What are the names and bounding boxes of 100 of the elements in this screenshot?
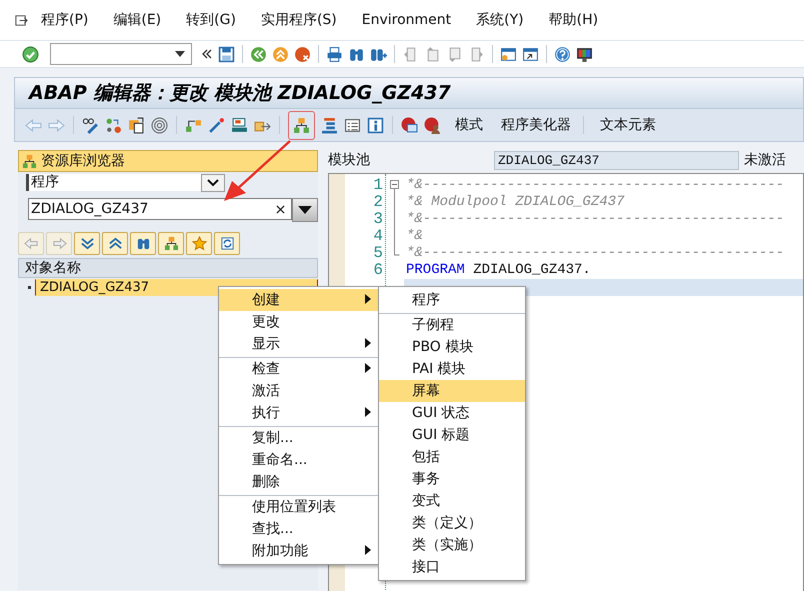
submenu-arrow-icon xyxy=(365,407,371,417)
line-number: 1 xyxy=(373,176,383,194)
menu-item[interactable]: 事务 xyxy=(379,468,525,490)
code-keyword: PROGRAM xyxy=(406,262,465,278)
fold-icon[interactable] xyxy=(390,180,400,256)
menu-item[interactable]: Environment xyxy=(362,12,452,28)
chevron-down-icon xyxy=(207,179,219,187)
line-number: 3 xyxy=(373,210,383,228)
save-icon[interactable] xyxy=(218,46,235,62)
menu-item[interactable]: 程序(P) xyxy=(41,11,88,29)
stop-person-icon[interactable] xyxy=(424,116,441,134)
menu-item[interactable]: 接口 xyxy=(379,556,525,578)
test-monitor-icon[interactable] xyxy=(401,116,418,134)
code-comment: *& Modulpool ZDIALOG_GZ437 xyxy=(406,194,624,210)
toolbar-button[interactable]: 模式 xyxy=(451,116,487,134)
hierarchy-icon xyxy=(164,236,178,251)
menu-item[interactable]: PAI 模块 xyxy=(379,358,525,380)
status-label: 未激活 xyxy=(744,151,786,169)
refresh-icon xyxy=(220,236,234,251)
menu-item[interactable]: 系统(Y) xyxy=(476,11,524,29)
new-session-icon[interactable] xyxy=(500,46,517,62)
program-type-label: 模块池 xyxy=(328,151,371,169)
dropdown-arrow-icon[interactable] xyxy=(175,51,185,57)
menu-item[interactable]: 执行 xyxy=(219,402,379,424)
spiral-icon[interactable] xyxy=(151,116,168,134)
submenu-arrow-icon xyxy=(365,294,371,304)
submenu-arrow-icon xyxy=(365,338,371,348)
collapse-icon xyxy=(108,236,122,251)
code-comment: *&------------------------------------------- xyxy=(406,211,784,227)
object-type-dropdown[interactable]: 程序 xyxy=(26,174,201,191)
back-icon[interactable] xyxy=(250,46,267,62)
menu-item[interactable]: 屏幕 xyxy=(379,380,525,402)
annotation-arrow xyxy=(222,140,292,204)
find-icon xyxy=(136,236,150,251)
toolbar-button[interactable]: 程序美化器 xyxy=(497,116,575,134)
code-comment: *&------------------------------------------- xyxy=(406,245,784,261)
shortcut-icon[interactable] xyxy=(522,46,539,62)
menu-item[interactable]: 查找... xyxy=(219,518,379,540)
magic-wand-icon[interactable] xyxy=(208,116,225,134)
line-number: 5 xyxy=(373,244,383,262)
objects-icon[interactable] xyxy=(105,116,122,134)
menu-item[interactable]: 重命名... xyxy=(219,449,379,471)
window-title: ABAP 编辑器：更改 模块池 ZDIALOG_GZ437 xyxy=(29,81,451,106)
monitor-icon[interactable] xyxy=(576,46,593,62)
column-header: 对象名称 xyxy=(18,258,318,278)
menu-item[interactable]: GUI 状态 xyxy=(379,402,525,424)
command-field[interactable] xyxy=(50,43,192,65)
hierarchy-icon[interactable] xyxy=(293,116,310,134)
list-icon[interactable] xyxy=(344,116,361,134)
check-icon[interactable] xyxy=(22,46,39,62)
double-chevron-icon[interactable] xyxy=(201,48,213,60)
menu-item[interactable]: 程序 xyxy=(379,289,525,311)
hierarchy-icon xyxy=(22,154,37,168)
menu-item[interactable]: 包括 xyxy=(379,446,525,468)
menu-item[interactable]: 创建 xyxy=(219,289,379,311)
menu-item[interactable]: 附加功能 xyxy=(219,540,379,562)
print-icon[interactable] xyxy=(326,46,343,62)
menu-item[interactable]: 子例程 xyxy=(379,313,525,336)
menu-item[interactable]: 实用程序(S) xyxy=(260,11,337,29)
star-icon xyxy=(192,236,206,251)
tool-button[interactable] xyxy=(186,232,212,255)
menu-item[interactable]: 编辑(E) xyxy=(113,11,162,29)
dropdown-button[interactable] xyxy=(292,198,318,222)
cancel-icon[interactable] xyxy=(294,46,311,62)
tool-button[interactable] xyxy=(158,232,184,255)
line-number: 4 xyxy=(373,227,383,245)
indent-icon[interactable] xyxy=(321,116,338,134)
bullet-icon xyxy=(28,286,31,288)
menu-item[interactable]: 显示 xyxy=(219,333,379,355)
menu-item[interactable]: GUI 标题 xyxy=(379,424,525,446)
expand-icon xyxy=(80,236,94,251)
document-icon[interactable] xyxy=(128,116,145,134)
menu-item[interactable]: 类（实施） xyxy=(379,534,525,556)
program-name-field: ZDIALOG_GZ437 xyxy=(494,150,739,170)
back-arrow-icon xyxy=(24,236,38,251)
glasses-pencil-icon[interactable] xyxy=(82,116,99,134)
menu-item[interactable]: 更改 xyxy=(219,311,379,333)
menu-icon[interactable] xyxy=(14,12,29,28)
object-name-field[interactable]: ZDIALOG_GZ437 xyxy=(28,198,292,220)
info-icon[interactable] xyxy=(367,116,384,134)
code-comment: *& xyxy=(406,228,423,244)
toolbar-button[interactable]: 文本元素 xyxy=(596,116,660,134)
forward-arrow-icon xyxy=(52,236,66,251)
menu-item[interactable]: 帮助(H) xyxy=(548,11,598,29)
menu-item[interactable]: 转到(G) xyxy=(186,11,236,29)
dropdown-button[interactable] xyxy=(201,174,225,192)
tool-button[interactable] xyxy=(214,232,240,255)
menu-item[interactable]: 激活 xyxy=(219,380,379,402)
menu-item[interactable]: 变式 xyxy=(379,490,525,512)
clear-icon[interactable] xyxy=(276,204,286,214)
tool-button[interactable] xyxy=(102,232,128,255)
code-comment: *&------------------------------------------- xyxy=(406,177,784,193)
menu-item[interactable]: 类（定义） xyxy=(379,512,525,534)
menu-item[interactable]: PBO 模块 xyxy=(379,336,525,358)
panel-title: 资源库浏览器 xyxy=(41,152,125,170)
help-icon[interactable] xyxy=(554,46,571,62)
menu-item[interactable]: 删除 xyxy=(219,471,379,493)
line-number: 6 xyxy=(373,261,383,279)
tool-button[interactable] xyxy=(130,232,156,255)
tool-button[interactable] xyxy=(74,232,100,255)
